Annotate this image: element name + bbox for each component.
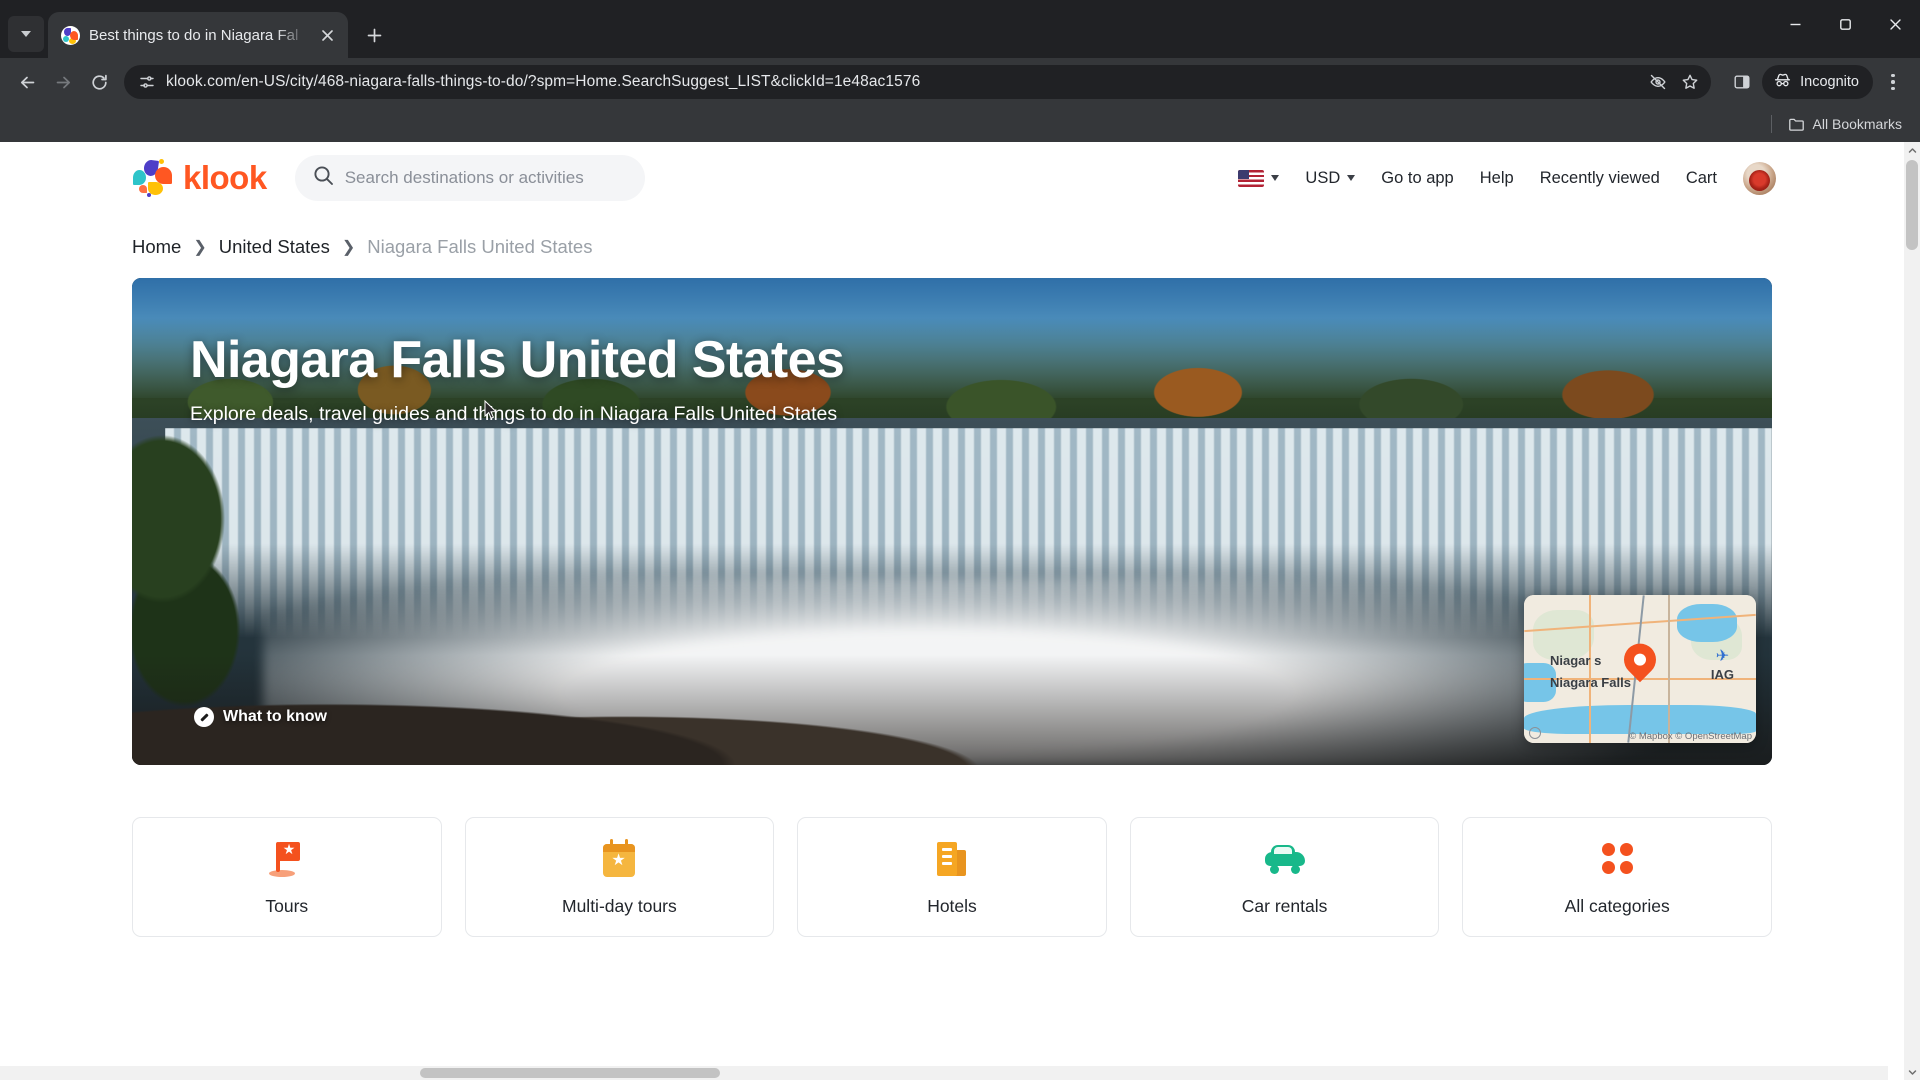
page-viewport: klook Search destinations or activities bbox=[0, 142, 1920, 1080]
map-label-secondary: Niagara Falls bbox=[1550, 675, 1631, 690]
breadcrumb-item-united-states[interactable]: United States bbox=[219, 236, 330, 258]
klook-favicon-icon bbox=[61, 25, 80, 45]
back-button[interactable] bbox=[10, 65, 44, 99]
grid-dots-icon bbox=[1601, 838, 1633, 880]
all-bookmarks-button[interactable]: All Bookmarks bbox=[1782, 112, 1908, 137]
category-card-all-categories[interactable]: All categories bbox=[1462, 817, 1772, 937]
klook-logo-text: klook bbox=[183, 159, 267, 196]
tab-strip: Best things to do in Niagara Fal bbox=[0, 0, 1920, 58]
page-subtitle: Explore deals, travel guides and things … bbox=[190, 403, 838, 425]
category-label: Hotels bbox=[927, 895, 977, 916]
browser-window: Best things to do in Niagara Fal klook.c… bbox=[0, 0, 1920, 1080]
tab-close-icon[interactable] bbox=[316, 24, 338, 46]
all-bookmarks-label: All Bookmarks bbox=[1812, 116, 1902, 132]
category-label: All categories bbox=[1564, 895, 1670, 916]
reload-button[interactable] bbox=[82, 65, 116, 99]
nav-help[interactable]: Help bbox=[1480, 169, 1514, 188]
car-icon bbox=[1263, 838, 1307, 880]
nav-recently-viewed[interactable]: Recently viewed bbox=[1540, 169, 1660, 188]
breadcrumb-item-current: Niagara Falls United States bbox=[367, 236, 593, 257]
category-label: Tours bbox=[265, 895, 309, 916]
klook-logo[interactable]: klook bbox=[132, 158, 267, 198]
airplane-icon: ✈ bbox=[1715, 648, 1730, 665]
scroll-down-arrow[interactable] bbox=[1904, 1064, 1920, 1080]
side-panel-icon[interactable] bbox=[1725, 65, 1759, 99]
category-cards: Tours ★ Multi-day tours Hotels bbox=[132, 817, 1772, 937]
forward-button[interactable] bbox=[46, 65, 80, 99]
site-header: klook Search destinations or activities bbox=[0, 142, 1904, 214]
flag-star-icon bbox=[267, 838, 307, 880]
map-compass-icon bbox=[1529, 727, 1541, 739]
tab-title: Best things to do in Niagara Fal bbox=[89, 26, 299, 44]
incognito-hat-icon bbox=[1773, 71, 1792, 94]
search-input[interactable]: Search destinations or activities bbox=[294, 155, 645, 201]
scroll-up-arrow[interactable] bbox=[1904, 142, 1920, 158]
eye-off-icon[interactable] bbox=[1643, 67, 1673, 97]
breadcrumb-item-home[interactable]: Home bbox=[132, 236, 181, 258]
chevron-down-icon bbox=[1347, 175, 1356, 181]
minimize-button[interactable] bbox=[1770, 0, 1820, 48]
page-settings-icon[interactable] bbox=[138, 73, 156, 91]
horizontal-scrollbar[interactable] bbox=[0, 1066, 1888, 1080]
category-card-car-rentals[interactable]: Car rentals bbox=[1129, 817, 1440, 937]
header-nav: USD Go to app Help Recently viewed Cart bbox=[1238, 161, 1904, 195]
currency-label: USD bbox=[1305, 168, 1341, 187]
map-airport-marker: ✈ IAG bbox=[1710, 648, 1734, 683]
address-bar[interactable]: klook.com/en-US/city/468-niagara-falls-t… bbox=[124, 65, 1712, 99]
map-label-primary: Niagar s bbox=[1550, 653, 1602, 668]
nav-cart[interactable]: Cart bbox=[1686, 169, 1717, 188]
location-map-card[interactable]: Niagar s Niagara Falls ✈ IAG © Mapbox © … bbox=[1524, 595, 1756, 743]
scrollbar-thumb[interactable] bbox=[1906, 160, 1918, 250]
category-card-multi-day-tours[interactable]: ★ Multi-day tours bbox=[464, 817, 775, 937]
url-text: klook.com/en-US/city/468-niagara-falls-t… bbox=[166, 73, 921, 90]
bookmarks-divider bbox=[1770, 115, 1772, 133]
bookmarks-bar: All Bookmarks bbox=[0, 106, 1920, 142]
map-attribution: © Mapbox © OpenStreetMap bbox=[1629, 731, 1752, 742]
category-card-hotels[interactable]: Hotels bbox=[797, 817, 1107, 937]
tab-search-button[interactable] bbox=[8, 16, 44, 52]
what-to-know-label: What to know bbox=[223, 708, 327, 725]
close-window-button[interactable] bbox=[1870, 0, 1920, 48]
browser-toolbar: klook.com/en-US/city/468-niagara-falls-t… bbox=[0, 58, 1920, 106]
chevron-down-icon bbox=[1271, 175, 1280, 181]
currency-selector[interactable]: USD bbox=[1305, 168, 1356, 188]
incognito-label: Incognito bbox=[1800, 74, 1859, 90]
us-flag-icon bbox=[1238, 169, 1265, 187]
category-card-tours[interactable]: Tours bbox=[132, 817, 442, 937]
chevron-down-icon bbox=[21, 31, 31, 37]
breadcrumb: Home ❯ United States ❯ Niagara Falls Uni… bbox=[0, 214, 1904, 258]
map-airport-code: IAG bbox=[1710, 667, 1734, 682]
breadcrumb-separator: ❯ bbox=[193, 239, 207, 256]
klook-pinwheel-logo-icon bbox=[132, 158, 174, 198]
nav-go-to-app[interactable]: Go to app bbox=[1381, 169, 1453, 188]
map-pin-icon bbox=[1617, 637, 1663, 688]
page-title: Niagara Falls United States bbox=[190, 331, 845, 389]
toolbar-right-actions: Incognito bbox=[1719, 65, 1910, 99]
calendar-star-icon: ★ bbox=[601, 838, 637, 880]
category-label: Multi-day tours bbox=[562, 895, 677, 916]
region-selector[interactable] bbox=[1238, 169, 1280, 187]
window-controls bbox=[1770, 0, 1920, 48]
incognito-indicator[interactable]: Incognito bbox=[1762, 65, 1873, 99]
three-dot-menu-icon[interactable] bbox=[1876, 65, 1910, 99]
folder-icon bbox=[1788, 118, 1804, 131]
search-placeholder: Search destinations or activities bbox=[344, 168, 584, 187]
browser-tab[interactable]: Best things to do in Niagara Fal bbox=[48, 12, 348, 58]
horizontal-scrollbar-thumb[interactable] bbox=[420, 1068, 720, 1078]
breadcrumb-separator: ❯ bbox=[341, 239, 356, 256]
new-tab-button[interactable] bbox=[358, 19, 390, 51]
search-icon bbox=[313, 165, 334, 191]
user-avatar[interactable] bbox=[1743, 161, 1776, 195]
hotel-building-icon bbox=[935, 838, 969, 880]
bookmark-star-icon[interactable] bbox=[1675, 67, 1705, 97]
vertical-scrollbar[interactable] bbox=[1904, 142, 1920, 1080]
category-label: Car rentals bbox=[1241, 895, 1328, 916]
info-slash-icon bbox=[194, 707, 214, 727]
klook-page: klook Search destinations or activities bbox=[0, 142, 1904, 1080]
hero-banner: Niagara Falls United States Explore deal… bbox=[132, 278, 1772, 765]
what-to-know-button[interactable]: What to know bbox=[194, 707, 327, 727]
maximize-button[interactable] bbox=[1820, 0, 1870, 48]
